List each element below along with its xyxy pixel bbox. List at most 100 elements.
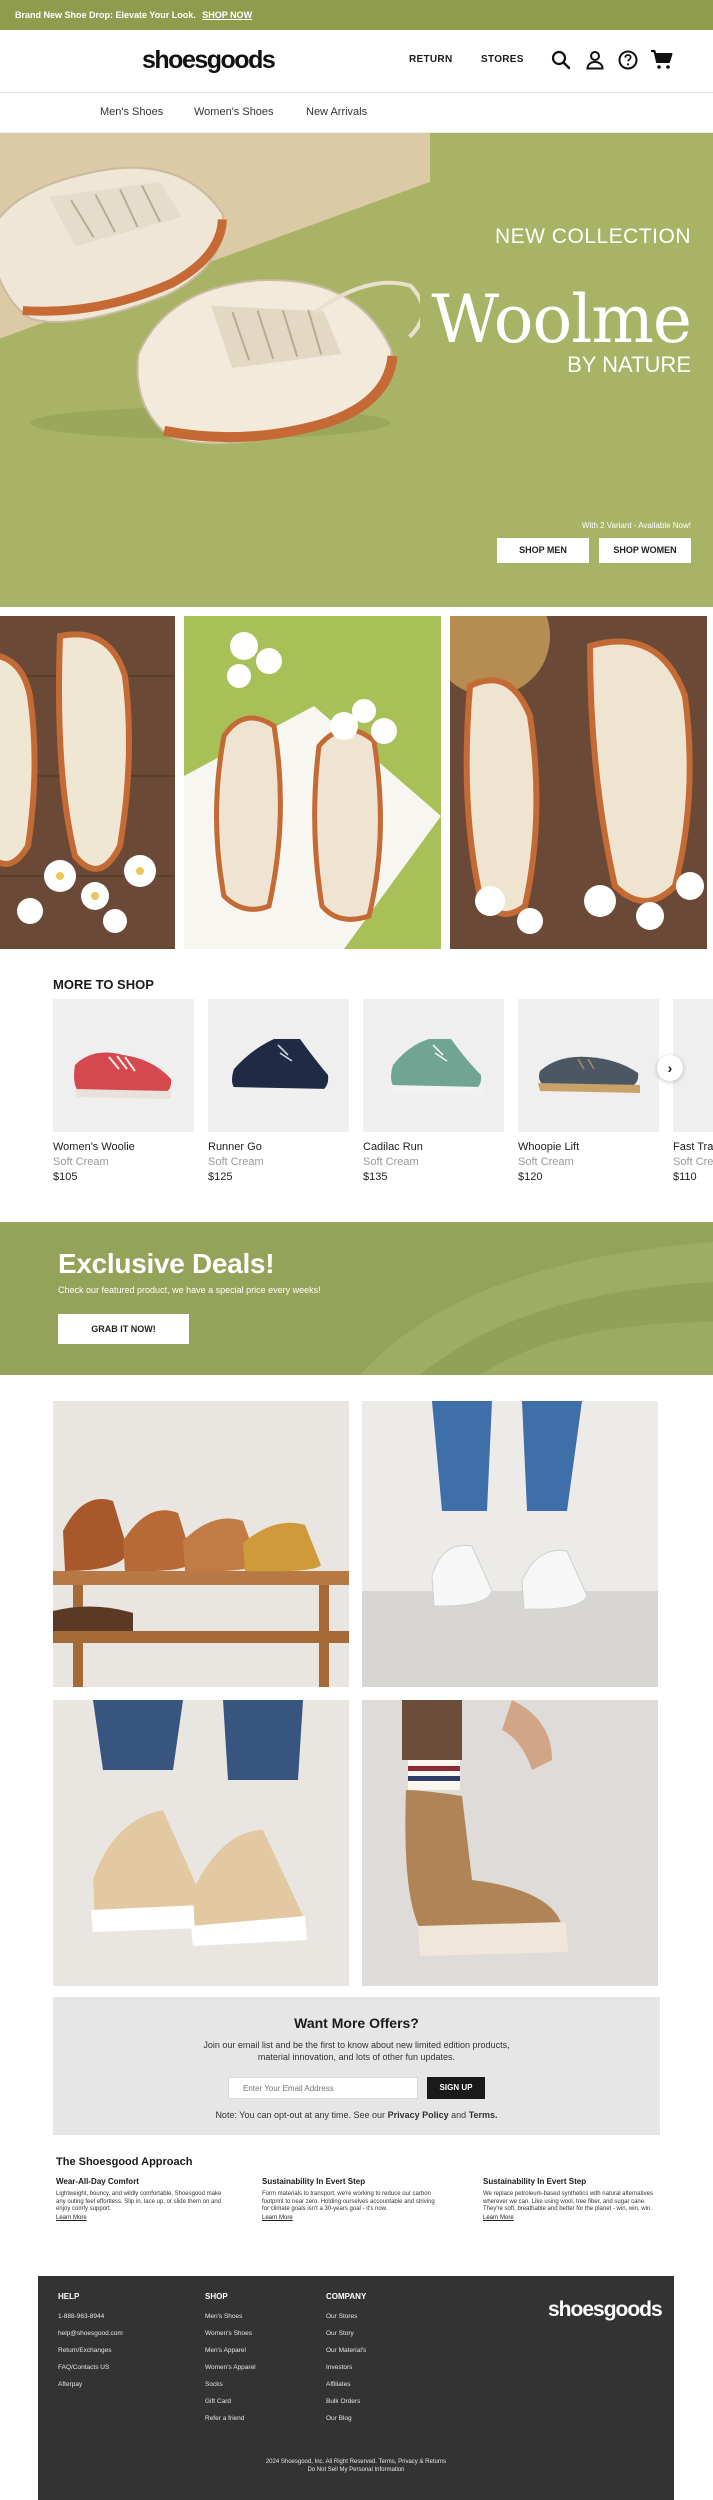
hero-variant-note: With 2 Variant - Available Now! (581, 521, 691, 530)
approach-title: The Shoesgood Approach (56, 2156, 193, 2168)
footer-shop-title: SHOP (205, 2292, 228, 2301)
site-header: shoesgoods RETURN STORES (0, 30, 713, 93)
grab-it-now-button[interactable]: GRAB IT NOW! (58, 1314, 189, 1344)
newsletter-note-and: and (451, 2110, 467, 2120)
logo[interactable]: shoesgoods (142, 46, 276, 75)
footer-email[interactable]: help@shoesgood.com (58, 2330, 123, 2337)
privacy-policy-link[interactable]: Privacy Policy (388, 2110, 449, 2120)
newsletter-title: Want More Offers? (294, 2015, 419, 2031)
learn-more-link[interactable]: Learn More (262, 2215, 437, 2221)
footer-blog-link[interactable]: Our Blog (326, 2415, 352, 2422)
category-nav: Men's Shoes Women's Shoes New Arrivals (0, 93, 713, 133)
gallery-photo-boots-rack (53, 1401, 349, 1687)
approach-column: Sustainability In Evert Step Form materi… (262, 2177, 437, 2221)
footer-affiliates-link[interactable]: Affiliates (326, 2381, 350, 2388)
approach-column: Wear-All-Day Comfort Lightweight, bouncy… (56, 2177, 231, 2221)
shop-women-button[interactable]: SHOP WOMEN (599, 538, 691, 563)
shop-men-button[interactable]: SHOP MEN (497, 538, 589, 563)
lifestyle-photo-2 (184, 616, 441, 949)
product-price: $125 (208, 1171, 233, 1183)
terms-link[interactable]: Terms. (469, 2110, 498, 2120)
footer-womens-apparel-link[interactable]: Women's Apparel (205, 2364, 256, 2371)
lifestyle-photo-1 (0, 616, 175, 949)
hero-banner: NEW COLLECTION Woolme BY NATURE With 2 V… (0, 133, 713, 607)
footer-stores-link[interactable]: Our Stores (326, 2313, 357, 2320)
deals-title: Exclusive Deals! (58, 1248, 275, 1279)
lifestyle-photo-3 (450, 616, 707, 949)
product-name[interactable]: Cadilac Run (363, 1141, 504, 1153)
footer-returns-link[interactable]: Return/Exchanges (58, 2347, 111, 2354)
approach-heading: Sustainability In Evert Step (483, 2177, 587, 2186)
product-image[interactable] (53, 999, 194, 1132)
product-color: Soft Cream (53, 1156, 109, 1168)
footer-gift-card-link[interactable]: Gift Card (205, 2398, 231, 2405)
learn-more-link[interactable]: Learn More (483, 2215, 658, 2221)
gallery-photo-platform-sneakers (53, 1700, 349, 1986)
newsletter-description: Join our email list and be the first to … (203, 2040, 510, 2062)
do-not-sell-link[interactable]: Do Not Sell My Personal Information (38, 2466, 674, 2474)
approach-heading: Wear-All-Day Comfort (56, 2177, 139, 2186)
chevron-right-icon[interactable]: › (657, 1055, 683, 1081)
footer-materials-link[interactable]: Our Material's (326, 2347, 366, 2354)
sign-up-button[interactable]: SIGN UP (427, 2077, 485, 2099)
account-icon[interactable] (584, 49, 606, 71)
footer-mens-shoes-link[interactable]: Men's Shoes (205, 2313, 242, 2320)
hero-sneakers-image (0, 166, 420, 445)
deals-banner: Exclusive Deals! Check our featured prod… (0, 1222, 713, 1375)
deals-subtitle: Check our featured product, we have a sp… (58, 1285, 321, 1295)
product-card[interactable]: Fast Trai Soft Cre $110 (673, 999, 713, 1183)
shop-now-link[interactable]: SHOP NOW (202, 10, 252, 20)
newsletter-note-text: Note: You can opt-out at any time. See o… (215, 2110, 386, 2120)
footer-bulk-orders-link[interactable]: Bulk Orders (326, 2398, 360, 2405)
product-color: Soft Cream (518, 1156, 574, 1168)
footer-afterpay-link[interactable]: Afterpay (58, 2381, 82, 2388)
product-card[interactable]: Women's Woolie Soft Cream $105 (53, 999, 194, 1183)
footer-mens-apparel-link[interactable]: Men's Apparel (205, 2347, 246, 2354)
footer-investors-link[interactable]: Investors (326, 2364, 352, 2371)
product-card[interactable]: Whoopie Lift Soft Cream $120 (518, 999, 659, 1183)
product-name[interactable]: Runner Go (208, 1141, 349, 1153)
product-card[interactable]: Runner Go Soft Cream $125 (208, 999, 349, 1183)
approach-column: Sustainability In Evert Step We replace … (483, 2177, 658, 2221)
product-name[interactable]: Women's Woolie (53, 1141, 194, 1153)
announcement-bar: Brand New Shoe Drop: Elevate Your Look. … (0, 0, 713, 30)
nav-mens-shoes[interactable]: Men's Shoes (100, 106, 163, 118)
announcement-text: Brand New Shoe Drop: Elevate Your Look. (15, 10, 196, 20)
footer-copyright: 2024 Shoesgood, Inc. All Right Reserved.… (38, 2458, 674, 2474)
help-icon[interactable] (617, 49, 639, 71)
footer-help-title: HELP (58, 2292, 80, 2301)
product-card[interactable]: Cadilac Run Soft Cream $135 (363, 999, 504, 1183)
email-input[interactable] (228, 2077, 418, 2099)
hero-subtitle: BY NATURE (567, 352, 691, 377)
newsletter-section: Want More Offers? Join our email list an… (53, 1997, 660, 2135)
cart-icon[interactable] (650, 49, 673, 71)
approach-heading: Sustainability In Evert Step (262, 2177, 366, 2186)
product-name[interactable]: Fast Trai (673, 1141, 713, 1153)
nav-return[interactable]: RETURN (409, 54, 452, 65)
product-price: $135 (363, 1171, 388, 1183)
footer-womens-shoes-link[interactable]: Women's Shoes (205, 2330, 252, 2337)
product-image[interactable] (208, 999, 349, 1132)
footer-logo[interactable]: shoesgoods (548, 2298, 663, 2322)
product-image[interactable] (518, 999, 659, 1132)
footer-company-title: COMPANY (326, 2292, 367, 2301)
footer-refer-link[interactable]: Refer a friend (205, 2415, 244, 2422)
product-name[interactable]: Whoopie Lift (518, 1141, 659, 1153)
nav-stores[interactable]: STORES (481, 54, 524, 65)
nav-new-arrivals[interactable]: New Arrivals (306, 106, 367, 118)
approach-text: We replace petroleum-based synthetics wi… (483, 2191, 653, 2213)
search-icon[interactable] (550, 49, 572, 71)
footer-socks-link[interactable]: Socks (205, 2381, 223, 2388)
copyright-text: 2024 Shoesgood, Inc. All Right Reserved.… (265, 2459, 447, 2465)
footer-phone[interactable]: 1-888-963-8944 (58, 2313, 104, 2320)
footer-faq-link[interactable]: FAQ/Contacts US (58, 2364, 109, 2371)
hero-title: Woolme (431, 281, 692, 358)
gallery-photo-lacing-boot (362, 1700, 658, 1986)
product-image[interactable] (363, 999, 504, 1132)
gallery-photo-white-sneakers (362, 1401, 658, 1687)
deals-background (0, 1222, 713, 1375)
product-price: $120 (518, 1171, 543, 1183)
nav-womens-shoes[interactable]: Women's Shoes (194, 106, 274, 118)
learn-more-link[interactable]: Learn More (56, 2215, 231, 2221)
footer-story-link[interactable]: Our Story (326, 2330, 354, 2337)
